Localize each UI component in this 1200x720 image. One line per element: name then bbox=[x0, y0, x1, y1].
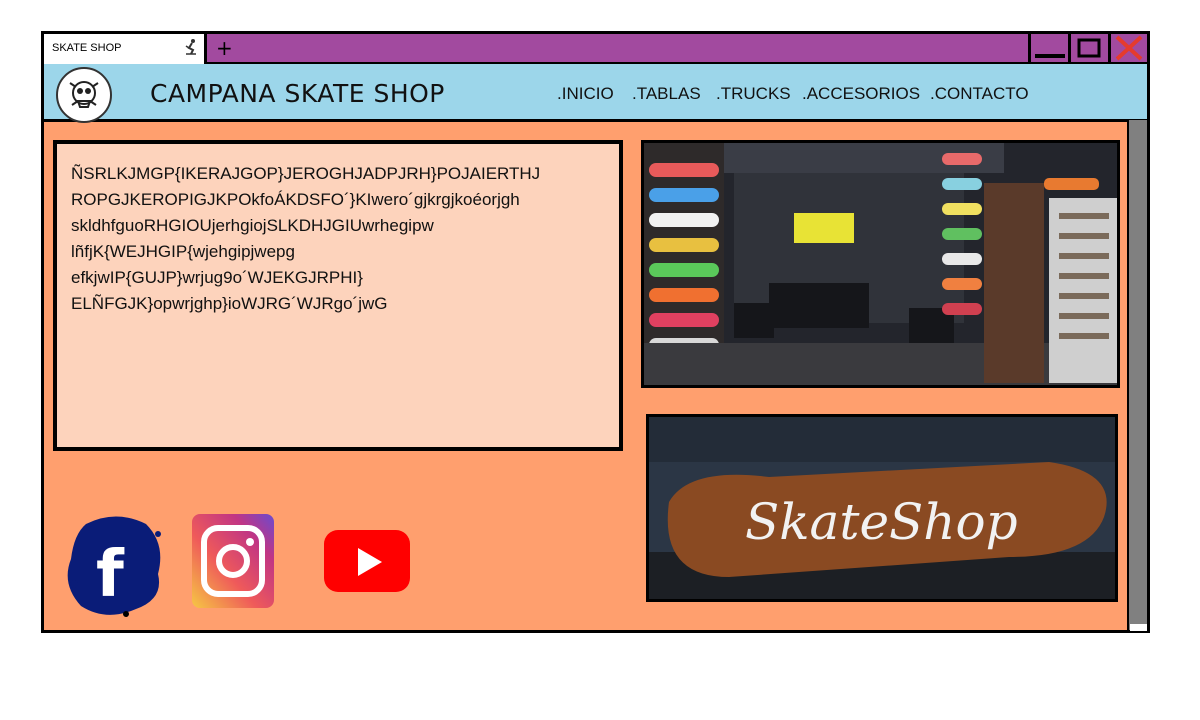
text-box: ÑSRLKJMGP{IKERAJGOP}JEROGHJADPJRH}POJAIE… bbox=[53, 140, 623, 451]
store-interior-photo bbox=[641, 140, 1120, 388]
youtube-icon[interactable] bbox=[324, 530, 412, 594]
deck-text: SkateShop bbox=[745, 493, 1018, 551]
skateshop-deck-image: SkateShop bbox=[649, 417, 1115, 599]
skull-logo-icon[interactable] bbox=[56, 67, 112, 123]
browser-window: SKATE SHOP + CAMPANA SKATE SHOP .INICIO … bbox=[41, 31, 1150, 633]
maximize-icon bbox=[1077, 38, 1101, 58]
text-line: efkjwIP{GUJP}wrjug9o´WJEKGJRPHI} bbox=[71, 268, 363, 287]
scrollbar-end bbox=[1130, 624, 1147, 631]
instagram-icon[interactable] bbox=[192, 514, 276, 610]
skateshop-deck-photo: SkateShop bbox=[646, 414, 1118, 602]
tab-bar: SKATE SHOP + bbox=[44, 34, 1147, 64]
facebook-icon[interactable]: f bbox=[66, 514, 166, 618]
maximize-button[interactable] bbox=[1068, 34, 1108, 62]
vertical-scrollbar[interactable] bbox=[1127, 120, 1147, 630]
text-line: ELÑFGJK}opwrjghp}ioWJRG´WJRgo´jwG bbox=[71, 294, 388, 313]
svg-text:f: f bbox=[96, 538, 125, 612]
tab-title: SKATE SHOP bbox=[52, 42, 122, 54]
new-tab-button[interactable]: + bbox=[216, 36, 233, 60]
minimize-button[interactable] bbox=[1028, 34, 1068, 62]
text-line: ROPGJKEROPIGJKPOkfoÁKDSFO´}KIwero´gjkrgj… bbox=[71, 190, 520, 209]
nav-accesorios[interactable]: .ACCESORIOS bbox=[802, 84, 920, 104]
close-icon bbox=[1115, 35, 1143, 61]
text-line: skldhfguoRHGIOUjerhgiojSLKDHJGIUwrhegipw bbox=[71, 216, 434, 235]
skull-logo-art bbox=[69, 81, 99, 108]
site-header: CAMPANA SKATE SHOP .INICIO .TABLAS .TRUC… bbox=[44, 64, 1147, 123]
text-line: ÑSRLKJMGP{IKERAJGOP}JEROGHJADPJRH}POJAIE… bbox=[71, 164, 541, 183]
nav-tablas[interactable]: .TABLAS bbox=[632, 84, 701, 104]
close-button[interactable] bbox=[1108, 34, 1148, 62]
nav-contacto[interactable]: .CONTACTO bbox=[930, 84, 1029, 104]
nav-trucks[interactable]: .TRUCKS bbox=[716, 84, 791, 104]
store-interior-image bbox=[644, 143, 1117, 385]
nav-inicio[interactable]: .INICIO bbox=[557, 84, 614, 104]
tab-skate-shop[interactable]: SKATE SHOP bbox=[44, 34, 207, 64]
minimize-icon bbox=[1035, 54, 1065, 58]
shop-title: CAMPANA SKATE SHOP bbox=[150, 79, 445, 108]
text-line: lñfjK{WEJHGIP{wjehgipjwepg bbox=[71, 242, 295, 261]
skater-icon bbox=[185, 39, 196, 55]
